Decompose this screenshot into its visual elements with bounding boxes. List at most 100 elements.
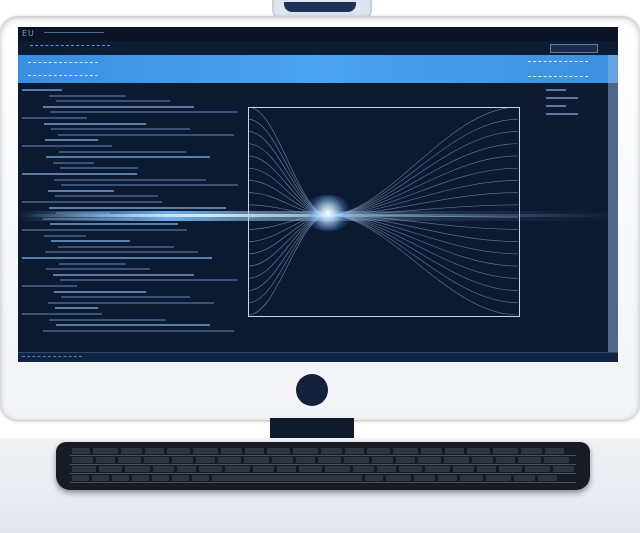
keyboard-key[interactable] bbox=[72, 475, 89, 481]
keyboard-key[interactable] bbox=[425, 466, 450, 472]
keyboard-key[interactable] bbox=[472, 457, 493, 463]
banner-text-left bbox=[28, 62, 98, 76]
keyboard-key[interactable] bbox=[172, 457, 193, 463]
keyboard-key[interactable] bbox=[296, 457, 315, 463]
keyboard-key[interactable] bbox=[365, 475, 383, 481]
keyboard-key[interactable] bbox=[153, 466, 174, 472]
keyboard-key[interactable] bbox=[277, 466, 296, 472]
keyboard-key[interactable] bbox=[367, 448, 390, 454]
keyboard-key[interactable] bbox=[272, 457, 293, 463]
keyboard-key[interactable] bbox=[553, 466, 574, 472]
keyboard-key[interactable] bbox=[99, 466, 122, 472]
keyboard-key[interactable] bbox=[112, 475, 129, 481]
keyboard-key[interactable] bbox=[514, 475, 535, 481]
code-line bbox=[50, 223, 178, 226]
keyboard-key[interactable] bbox=[453, 466, 474, 472]
keyboard-key[interactable] bbox=[118, 457, 141, 463]
keyboard-key[interactable] bbox=[212, 475, 362, 481]
keyboard-key[interactable] bbox=[444, 457, 469, 463]
key-row-divider bbox=[70, 464, 576, 465]
keyboard-key[interactable] bbox=[538, 475, 557, 481]
keyboard-key[interactable] bbox=[221, 448, 242, 454]
keyboard-key[interactable] bbox=[93, 448, 118, 454]
monitor-stand bbox=[270, 418, 354, 438]
keyboard-key[interactable] bbox=[172, 475, 189, 481]
keyboard-key[interactable] bbox=[344, 457, 369, 463]
keyboard-key[interactable] bbox=[72, 448, 90, 454]
keyboard-key[interactable] bbox=[496, 457, 515, 463]
code-line bbox=[49, 206, 226, 209]
keyboard-key[interactable] bbox=[193, 448, 218, 454]
keyboard-key[interactable] bbox=[399, 466, 422, 472]
keyboard-key[interactable] bbox=[467, 448, 490, 454]
keyboard-key[interactable] bbox=[445, 448, 464, 454]
keyboard-key[interactable] bbox=[177, 466, 196, 472]
keyboard-key[interactable] bbox=[244, 457, 269, 463]
webcam-icon bbox=[284, 2, 356, 12]
field-line bbox=[327, 155, 518, 216]
keyboard-key[interactable] bbox=[438, 475, 457, 481]
field-line bbox=[327, 118, 518, 216]
right-scrollbar[interactable] bbox=[608, 55, 618, 352]
keyboard-key[interactable] bbox=[325, 466, 350, 472]
keyboard-key[interactable] bbox=[167, 448, 190, 454]
keyboard-key[interactable] bbox=[477, 466, 496, 472]
keyboard-key[interactable] bbox=[372, 457, 393, 463]
keyboard-key[interactable] bbox=[386, 475, 411, 481]
keyboard-key[interactable] bbox=[225, 466, 250, 472]
keyboard-key[interactable] bbox=[267, 448, 290, 454]
code-line bbox=[49, 318, 166, 321]
keyboard-key[interactable] bbox=[499, 466, 522, 472]
keyboard-key[interactable] bbox=[152, 475, 169, 481]
keyboard-key[interactable] bbox=[218, 457, 241, 463]
keyboard-key[interactable] bbox=[321, 448, 342, 454]
banner-text-right bbox=[528, 61, 588, 77]
keyboard-key[interactable] bbox=[145, 448, 164, 454]
header-banner bbox=[18, 55, 618, 83]
keyboard-key[interactable] bbox=[253, 466, 274, 472]
keyboard-key[interactable] bbox=[518, 457, 541, 463]
keyboard-key[interactable] bbox=[72, 457, 93, 463]
keyboard-key[interactable] bbox=[521, 448, 542, 454]
keyboard-key[interactable] bbox=[144, 457, 169, 463]
keyboard-key[interactable] bbox=[525, 466, 550, 472]
keyboard-key[interactable] bbox=[377, 466, 396, 472]
keyboard-key[interactable] bbox=[196, 457, 215, 463]
keyboard-key[interactable] bbox=[393, 448, 418, 454]
keyboard-key[interactable] bbox=[460, 475, 483, 481]
keyboard-key[interactable] bbox=[192, 475, 209, 481]
code-line bbox=[46, 268, 150, 271]
keyboard-key[interactable] bbox=[345, 448, 364, 454]
code-line bbox=[48, 301, 214, 304]
keyboard-key[interactable] bbox=[486, 475, 511, 481]
keyboard-key[interactable] bbox=[418, 457, 441, 463]
keyboard-key[interactable] bbox=[414, 475, 435, 481]
keyboard-key[interactable] bbox=[544, 457, 569, 463]
keyboard-key[interactable] bbox=[545, 448, 564, 454]
code-line bbox=[51, 128, 190, 131]
keyboard-key[interactable] bbox=[92, 475, 109, 481]
keyboard-key[interactable] bbox=[299, 466, 322, 472]
keyboard-key[interactable] bbox=[132, 475, 149, 481]
power-button-icon[interactable] bbox=[296, 374, 328, 406]
code-line bbox=[22, 257, 212, 259]
keyboard-key[interactable] bbox=[353, 466, 374, 472]
code-line bbox=[59, 150, 186, 153]
keyboard-key[interactable] bbox=[293, 448, 318, 454]
keyboard-key[interactable] bbox=[121, 448, 142, 454]
keyboard-key[interactable] bbox=[396, 457, 415, 463]
keyboard-key[interactable] bbox=[96, 457, 115, 463]
keyboard-key[interactable] bbox=[245, 448, 264, 454]
keyboard-key[interactable] bbox=[318, 457, 341, 463]
keyboard-key[interactable] bbox=[125, 466, 150, 472]
keyboard[interactable] bbox=[56, 442, 590, 490]
code-line bbox=[22, 201, 162, 203]
code-line bbox=[43, 329, 234, 332]
keyboard-key[interactable] bbox=[72, 466, 96, 472]
keyboard-key[interactable] bbox=[493, 448, 518, 454]
toolbar-button[interactable] bbox=[550, 44, 598, 53]
code-line bbox=[46, 156, 210, 159]
code-line bbox=[44, 234, 86, 237]
keyboard-key[interactable] bbox=[421, 448, 442, 454]
keyboard-key[interactable] bbox=[199, 466, 222, 472]
